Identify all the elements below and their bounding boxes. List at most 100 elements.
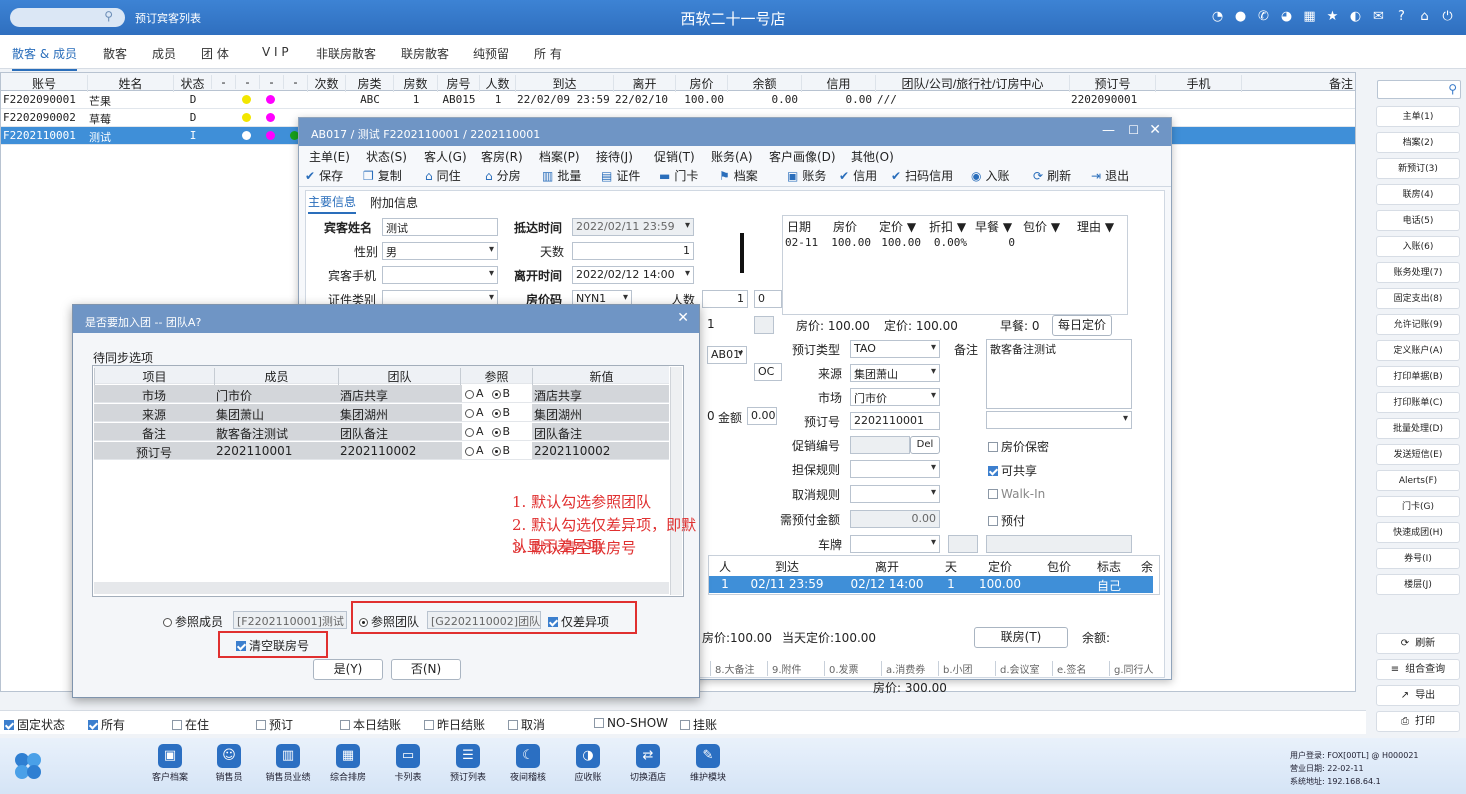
promo-input[interactable]	[850, 436, 910, 454]
radio-a[interactable]	[465, 446, 474, 456]
leave-input[interactable]: 2022/02/12 14:00	[572, 266, 694, 284]
tool-7[interactable]: ⚑ 档案	[719, 167, 758, 184]
tab-0[interactable]: 散客 & 成员	[12, 45, 77, 71]
column-header[interactable]: 房类	[345, 75, 393, 92]
radio-b[interactable]	[491, 446, 501, 456]
checkbox[interactable]	[172, 719, 182, 730]
checkbox[interactable]	[424, 719, 434, 730]
dialog-cell-ref[interactable]: AB	[462, 385, 532, 402]
filter-2[interactable]: 在住	[172, 716, 209, 733]
checkbox[interactable]	[594, 718, 604, 728]
bottom-tab-3[interactable]: a.消费券	[881, 661, 925, 676]
amount-input[interactable]: 0.00	[747, 407, 777, 425]
tool-6[interactable]: ▬ 门卡	[659, 167, 698, 184]
radio-b[interactable]	[491, 389, 501, 399]
people-input[interactable]: 1	[702, 290, 748, 308]
tab-4[interactable]: V I P	[262, 45, 289, 59]
column-header[interactable]: 账号	[1, 75, 87, 92]
tool-8[interactable]: ▣ 账务	[787, 167, 826, 184]
daily-rate-button[interactable]: 每日定价	[1052, 315, 1112, 336]
sidebar-button-7[interactable]: 固定支出(8)	[1376, 288, 1460, 309]
dialog-cell-ref[interactable]: AB	[462, 442, 532, 459]
tab-3[interactable]: 团 体	[201, 45, 229, 62]
column-header[interactable]: 余额	[727, 75, 801, 92]
lower-header[interactable]: 天	[939, 558, 963, 575]
dialog-hscroll[interactable]	[94, 582, 669, 594]
checkbox[interactable]	[988, 489, 998, 499]
resv-type-select[interactable]: TAO	[850, 340, 940, 358]
tab-7[interactable]: 纯预留	[473, 45, 509, 62]
days-input[interactable]: 1	[572, 242, 694, 260]
bottom-tab-1[interactable]: 9.附件	[767, 661, 802, 676]
sidebar-button-13[interactable]: 发送短信(E)	[1376, 444, 1460, 465]
tool-10[interactable]: ✔ 扫码信用	[891, 167, 953, 184]
rate-header[interactable]: 定价 ▼	[879, 218, 916, 235]
tab-6[interactable]: 联房散客	[401, 45, 449, 62]
sidebar-button-5[interactable]: 入账(6)	[1376, 236, 1460, 257]
promo-del-button[interactable]: Del	[910, 436, 940, 454]
tool-13[interactable]: ⇥ 退出	[1091, 167, 1129, 184]
checkbox[interactable]	[988, 515, 998, 526]
checkbox-prepaid[interactable]: 预付	[988, 512, 1025, 529]
column-header[interactable]: 团队/公司/旅行社/订房中心	[875, 75, 1069, 92]
tab-2[interactable]: 成员	[152, 45, 176, 62]
column-header[interactable]: 离开	[613, 75, 675, 92]
palette-icon[interactable]: ◕	[1278, 8, 1295, 25]
no-button[interactable]: 否(N)	[391, 659, 461, 680]
filter-4[interactable]: 本日结账	[340, 716, 401, 733]
dialog-row[interactable]: 市场 门市价 酒店共享 A B 酒店共享	[94, 385, 669, 403]
checkbox[interactable]	[256, 719, 266, 730]
radio-a[interactable]	[465, 408, 474, 418]
sidebar-button-9[interactable]: 定义账户(A)	[1376, 340, 1460, 361]
cancel-select[interactable]	[850, 485, 940, 503]
rate-header[interactable]: 房价	[833, 218, 857, 235]
sidebar-button-6[interactable]: 账务处理(7)	[1376, 262, 1460, 283]
dialog-row[interactable]: 备注 散客备注测试 团队备注 A B 团队备注	[94, 423, 669, 441]
booking-menu-7[interactable]: 账务(A)	[711, 148, 753, 165]
sidebar-action-3[interactable]: ⎙ 打印	[1376, 711, 1460, 732]
filter-6[interactable]: 取消	[508, 716, 545, 733]
booking-menu-4[interactable]: 档案(P)	[539, 148, 580, 165]
star-icon[interactable]: ★	[1324, 8, 1341, 25]
tool-12[interactable]: ⟳ 刷新	[1033, 167, 1071, 184]
help-icon[interactable]: ?	[1393, 8, 1410, 25]
booking-menu-3[interactable]: 客房(R)	[481, 148, 523, 165]
checkbox[interactable]	[988, 441, 998, 452]
sidebar-button-8[interactable]: 允许记账(9)	[1376, 314, 1460, 335]
dialog-close-icon[interactable]: ✕	[677, 310, 689, 326]
column-header[interactable]: 手机	[1155, 75, 1241, 92]
checkbox[interactable]	[88, 719, 98, 730]
tool-3[interactable]: ⌂ 分房	[485, 167, 521, 184]
maximize-icon[interactable]: ☐	[1128, 123, 1139, 137]
checkbox-walkin[interactable]: Walk-In	[988, 487, 1045, 501]
booking-menu-2[interactable]: 客人(G)	[424, 148, 467, 165]
sidebar-action-2[interactable]: ↗ 导出	[1376, 685, 1460, 706]
ref-member-option[interactable]: 参照成员	[163, 613, 223, 630]
sidebar-button-2[interactable]: 新预订(3)	[1376, 158, 1460, 179]
remark-input[interactable]: 散客备注测试	[986, 339, 1132, 409]
filter-7[interactable]: NO-SHOW	[594, 716, 668, 730]
source-select[interactable]: 集团萧山	[850, 364, 940, 382]
sidebar-button-0[interactable]: 主单(1)	[1376, 106, 1460, 127]
rate-header[interactable]: 折扣 ▼	[929, 218, 966, 235]
dock-item-5[interactable]: ☰ 预订列表	[438, 744, 498, 783]
guest-name-input[interactable]: 测试	[382, 218, 498, 236]
sidebar-button-15[interactable]: 门卡(G)	[1376, 496, 1460, 517]
dock-item-1[interactable]: ☺ 销售员	[199, 744, 259, 783]
minimize-icon[interactable]: —	[1102, 123, 1115, 138]
filter-1[interactable]: 所有	[88, 716, 125, 733]
grid-icon[interactable]: ▦	[1301, 8, 1318, 25]
tab-8[interactable]: 所 有	[534, 45, 562, 62]
dialog-cell-ref[interactable]: AB	[462, 423, 532, 440]
dialog-cell-ref[interactable]: AB	[462, 404, 532, 421]
checkbox[interactable]	[508, 719, 518, 730]
rate-header[interactable]: 日期	[787, 218, 811, 235]
dialog-row[interactable]: 预订号 2202110001 2202110002 A B 2202110002	[94, 442, 669, 460]
sidebar-button-1[interactable]: 档案(2)	[1376, 132, 1460, 153]
booking-menu-5[interactable]: 接待(J)	[596, 148, 633, 165]
column-header[interactable]: 备注	[1241, 75, 1353, 92]
checkbox[interactable]	[680, 719, 690, 730]
lower-header[interactable]: 离开	[839, 558, 935, 575]
bottom-tab-7[interactable]: g.同行人	[1109, 661, 1154, 676]
tool-0[interactable]: ✔ 保存	[305, 167, 343, 184]
